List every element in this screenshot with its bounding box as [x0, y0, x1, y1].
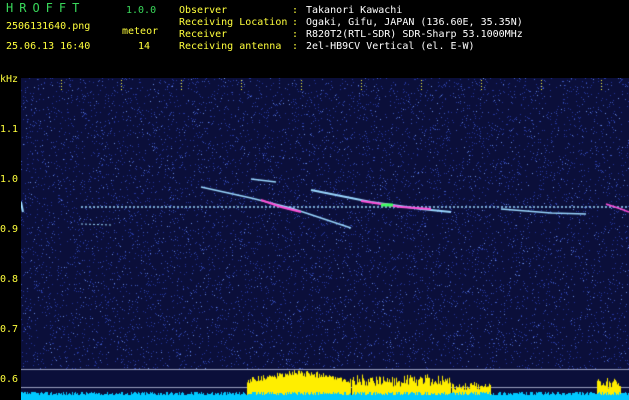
meteor-count: 14: [138, 41, 151, 52]
app-title: HROFFT: [6, 1, 86, 15]
info-value-observer: Takanori Kawachi: [306, 5, 403, 16]
y-tick-label: 0.8: [0, 274, 19, 285]
spectrogram-plot: [21, 78, 629, 400]
y-tick-label: 0.9: [0, 224, 19, 235]
spectrogram-canvas: [21, 78, 629, 400]
info-sep: :: [292, 5, 299, 16]
info-value-antenna: 2el-HB9CV Vertical (el. E-W): [306, 41, 475, 52]
info-sep: :: [292, 17, 299, 28]
y-tick-label: 0.6: [0, 374, 19, 385]
meteor-label: meteor: [122, 26, 159, 37]
header-panel: HROFFT 1.0.0 2506131640.png meteor 25.06…: [0, 0, 629, 72]
info-key-observer: Observer: [179, 5, 228, 16]
info-sep: :: [292, 29, 299, 40]
info-sep: :: [292, 41, 299, 52]
info-value-location: Ogaki, Gifu, JAPAN (136.60E, 35.35N): [306, 17, 523, 28]
info-key-location: Receiving Location: [179, 17, 288, 28]
y-tick-label: 0.7: [0, 324, 19, 335]
info-key-receiver: Receiver: [179, 29, 228, 40]
info-key-antenna: Receiving antenna: [179, 41, 282, 52]
app-version: 1.0.0: [126, 5, 157, 16]
filename: 2506131640.png: [6, 21, 91, 32]
info-value-receiver: R820T2(RTL-SDR) SDR-Sharp 53.1000MHz: [306, 29, 523, 40]
y-tick-label: 1.1: [0, 124, 19, 135]
y-unit-label: kHz: [0, 74, 19, 85]
datetime: 25.06.13 16:40: [6, 41, 91, 52]
y-tick-label: 1.0: [0, 174, 19, 185]
